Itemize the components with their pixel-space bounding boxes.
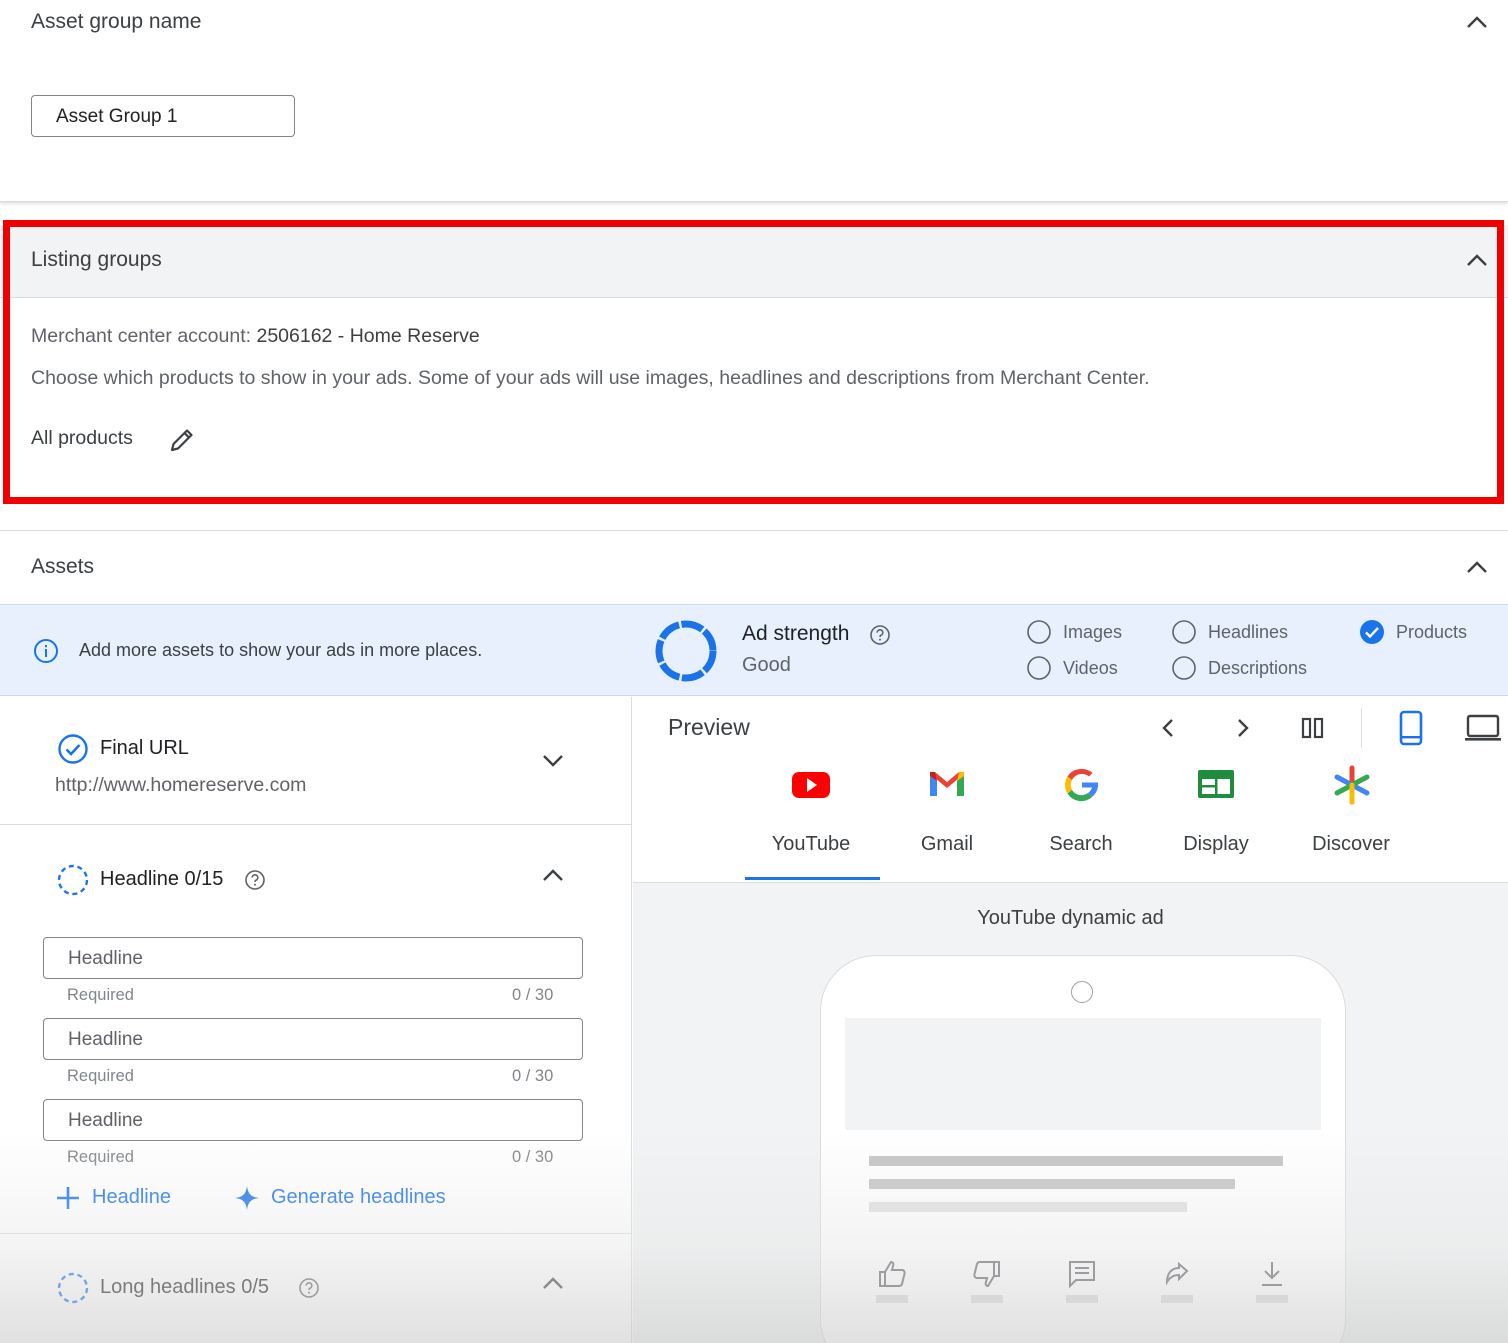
collapse-chevron-up-icon[interactable]: [1462, 8, 1492, 38]
headline-input[interactable]: Headline: [43, 937, 583, 979]
skeleton-line: [869, 1179, 1235, 1189]
checklist-item-descriptions: Descriptions: [1208, 658, 1308, 678]
ad-strength-value: Good: [742, 654, 791, 676]
final-url-check-icon: [57, 733, 89, 765]
divider: [0, 824, 632, 825]
checklist-checked-icon: [1359, 619, 1385, 645]
preview-ad-title: YouTube dynamic ad: [977, 907, 1164, 929]
skeleton-line: [869, 1156, 1283, 1166]
tab-discover[interactable]: Discover: [1286, 833, 1416, 856]
collapse-chevron-up-icon[interactable]: [538, 861, 568, 891]
checklist-empty-circle-icon: [1171, 619, 1197, 645]
skeleton-label: [1161, 1295, 1193, 1303]
google-search-icon: [1061, 766, 1103, 804]
long-headlines-title: Long headlines 0/5: [100, 1276, 270, 1298]
headline-char-count: 0 / 30: [512, 986, 554, 1004]
final-url-title: Final URL: [100, 737, 189, 759]
checklist-item-headlines: Headlines: [1208, 622, 1289, 642]
help-icon[interactable]: [298, 1277, 320, 1299]
headline-helper: Required: [67, 986, 134, 1004]
banner-text: Add more assets to show your ads in more…: [79, 640, 483, 660]
toolbar-divider: [1361, 708, 1362, 748]
gmail-icon: [926, 766, 968, 802]
ad-strength-label: Ad strength: [742, 622, 850, 645]
comment-icon: [1066, 1258, 1098, 1290]
headline-dashed-circle-icon: [56, 863, 90, 897]
tab-youtube[interactable]: YouTube: [746, 833, 876, 856]
skeleton-label: [876, 1295, 908, 1303]
collapse-chevron-up-icon[interactable]: [1462, 553, 1492, 583]
chevron-right-icon[interactable]: [1228, 714, 1256, 742]
youtube-icon: [790, 766, 832, 802]
headline-input[interactable]: Headline: [43, 1099, 583, 1141]
help-icon[interactable]: [244, 869, 266, 891]
headline-input[interactable]: Headline: [43, 1018, 583, 1060]
headline-title: Headline 0/15: [100, 868, 224, 890]
final-url-value: http://www.homereserve.com: [55, 774, 307, 796]
skeleton-line: [869, 1202, 1187, 1212]
generate-headlines-label: Generate headlines: [271, 1186, 446, 1208]
tab-search[interactable]: Search: [1016, 833, 1146, 856]
mobile-device-icon[interactable]: [1396, 710, 1426, 746]
plus-icon: [54, 1184, 82, 1212]
preview-title: Preview: [668, 714, 750, 740]
checklist-item-products: Products: [1396, 622, 1468, 642]
active-tab-indicator: [745, 877, 880, 880]
info-icon: [33, 638, 59, 664]
skeleton-label: [1256, 1295, 1288, 1303]
tab-display[interactable]: Display: [1151, 833, 1281, 856]
highlight-box: [3, 220, 1504, 504]
phone-camera: [1071, 981, 1093, 1003]
collapse-chevron-up-icon[interactable]: [538, 1269, 568, 1299]
download-icon: [1256, 1258, 1288, 1290]
headline-helper: Required: [67, 1067, 134, 1085]
desktop-device-icon[interactable]: [1464, 712, 1502, 744]
assets-title: Assets: [31, 555, 95, 578]
skeleton-label: [971, 1295, 1003, 1303]
chevron-left-icon[interactable]: [1155, 714, 1183, 742]
divider: [0, 1233, 632, 1234]
expand-chevron-down-icon[interactable]: [538, 745, 568, 775]
checklist-item-videos: Videos: [1063, 658, 1118, 678]
tab-gmail[interactable]: Gmail: [882, 833, 1012, 856]
columns-view-icon[interactable]: [1299, 714, 1327, 742]
asset-group-name-title: Asset group name: [31, 10, 202, 33]
ad-strength-ring-icon: [653, 618, 719, 684]
checklist-empty-circle-icon: [1171, 655, 1197, 681]
display-icon: [1195, 766, 1237, 802]
long-headlines-dashed-circle-icon: [56, 1271, 90, 1305]
add-headline-label: Headline: [92, 1186, 171, 1208]
checklist-item-images: Images: [1063, 622, 1123, 642]
sparkle-icon: [233, 1184, 261, 1212]
thumbs-up-icon: [876, 1258, 908, 1290]
headline-char-count: 0 / 30: [512, 1148, 554, 1166]
checklist-empty-circle-icon: [1026, 619, 1052, 645]
asset-group-name-input[interactable]: Asset Group 1: [31, 95, 295, 137]
checklist-empty-circle-icon: [1026, 655, 1052, 681]
headline-char-count: 0 / 30: [512, 1067, 554, 1085]
discover-icon: [1331, 764, 1373, 806]
thumbs-down-icon: [971, 1258, 1003, 1290]
headline-helper: Required: [67, 1148, 134, 1166]
share-icon: [1161, 1258, 1193, 1290]
skeleton-label: [1066, 1295, 1098, 1303]
help-icon[interactable]: [869, 624, 891, 646]
